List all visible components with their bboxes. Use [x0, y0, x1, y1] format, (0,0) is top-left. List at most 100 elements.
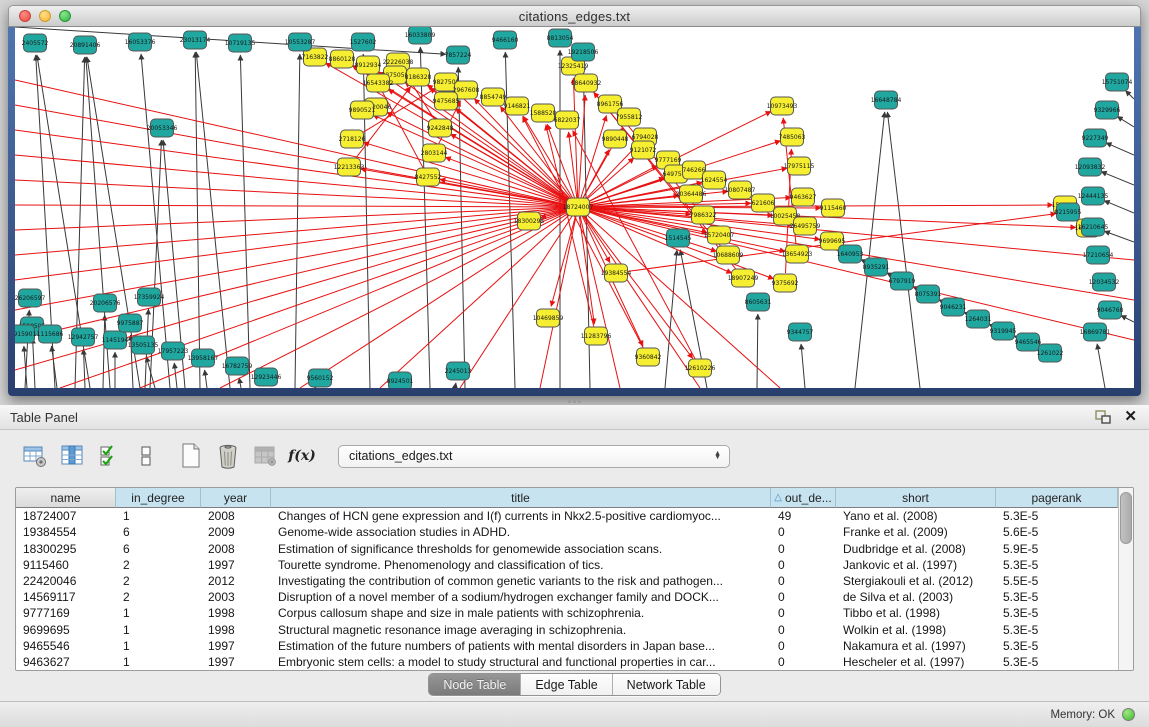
- tab-node-table[interactable]: Node Table: [429, 674, 521, 695]
- table-cell[interactable]: 18724007: [16, 508, 116, 524]
- close-window-button[interactable]: [19, 10, 31, 22]
- row-options-button[interactable]: [131, 441, 161, 471]
- table-cell[interactable]: Stergiakouli et al. (2012): [836, 573, 996, 589]
- table-cell[interactable]: 5.3E-5: [996, 621, 1118, 637]
- table-cell[interactable]: 0: [771, 573, 836, 589]
- table-cell[interactable]: Corpus callosum shape and size in male p…: [271, 605, 771, 621]
- graph-edge[interactable]: [1101, 172, 1134, 185]
- graph-edge[interactable]: [300, 210, 573, 388]
- table-cell[interactable]: Investigating the contribution of common…: [271, 573, 771, 589]
- new-column-button[interactable]: [176, 441, 206, 471]
- window-titlebar[interactable]: citations_edges.txt: [8, 5, 1141, 27]
- table-cell[interactable]: 1997: [201, 638, 271, 654]
- table-cell[interactable]: 2012: [201, 573, 271, 589]
- table-cell[interactable]: 1: [116, 638, 201, 654]
- graph-edge[interactable]: [1121, 315, 1134, 322]
- table-cell[interactable]: 0: [771, 589, 836, 605]
- graph-edge[interactable]: [420, 47, 430, 388]
- graph-edge[interactable]: [196, 52, 230, 388]
- column-header-name[interactable]: name: [16, 488, 116, 508]
- table-cell[interactable]: 22420046: [16, 573, 116, 589]
- graph-edge[interactable]: [15, 205, 572, 207]
- table-row[interactable]: 977716911998Corpus callosum shape and si…: [16, 605, 1118, 621]
- table-cell[interactable]: 9463627: [16, 654, 116, 670]
- table-row[interactable]: 946554611997Estimation of the future num…: [16, 638, 1118, 654]
- table-row[interactable]: 946362711997Embryonic stem cells: a mode…: [16, 654, 1118, 670]
- zoom-window-button[interactable]: [59, 10, 71, 22]
- table-cell[interactable]: Dudbridge et al. (2008): [836, 540, 996, 556]
- table-cell[interactable]: Hescheler et al. (1997): [836, 654, 996, 670]
- table-cell[interactable]: 2008: [201, 508, 271, 524]
- graph-edge[interactable]: [582, 146, 637, 203]
- table-cell[interactable]: 1997: [201, 654, 271, 670]
- graph-edge[interactable]: [801, 344, 805, 388]
- table-cell[interactable]: Estimation of significance thresholds fo…: [271, 540, 771, 556]
- table-cell[interactable]: 0: [771, 557, 836, 573]
- table-cell[interactable]: 0: [771, 654, 836, 670]
- table-cell[interactable]: Wolkin et al. (1998): [836, 621, 996, 637]
- table-cell[interactable]: 9115460: [16, 557, 116, 573]
- table-row[interactable]: 1830029562008Estimation of significance …: [16, 540, 1118, 556]
- table-cell[interactable]: 5.3E-5: [996, 589, 1118, 605]
- table-mode-button[interactable]: [20, 441, 50, 471]
- vertical-scrollbar[interactable]: [1118, 488, 1133, 670]
- graph-edge[interactable]: [205, 370, 207, 388]
- graph-edge[interactable]: [757, 314, 758, 388]
- graph-edge[interactable]: [239, 378, 241, 388]
- graph-edge[interactable]: [455, 383, 456, 388]
- graph-edge[interactable]: [1106, 143, 1134, 155]
- table-cell[interactable]: 2: [116, 557, 201, 573]
- table-cell[interactable]: 5.3E-5: [996, 508, 1118, 524]
- table-cell[interactable]: Structural magnetic resonance image aver…: [271, 621, 771, 637]
- table-cell[interactable]: Genome-wide association studies in ADHD.: [271, 524, 771, 540]
- table-cell[interactable]: 1: [116, 621, 201, 637]
- table-cell[interactable]: 1998: [201, 621, 271, 637]
- column-header-in-degree[interactable]: in_degree: [116, 488, 201, 508]
- minimize-window-button[interactable]: [39, 10, 51, 22]
- delete-column-button[interactable]: [213, 441, 243, 471]
- table-cell[interactable]: 5.3E-5: [996, 605, 1118, 621]
- table-cell[interactable]: 2009: [201, 524, 271, 540]
- table-cell[interactable]: Jankovic et al. (1997): [836, 557, 996, 573]
- column-selection-button[interactable]: [94, 441, 124, 471]
- table-cell[interactable]: 1: [116, 654, 201, 670]
- table-cell[interactable]: 6: [116, 540, 201, 556]
- graph-edge[interactable]: [15, 180, 572, 207]
- table-row[interactable]: 911546021997Tourette syndrome. Phenomeno…: [16, 557, 1118, 573]
- table-cell[interactable]: 2008: [201, 540, 271, 556]
- graph-edge[interactable]: [584, 208, 1134, 340]
- float-window-icon[interactable]: [1094, 409, 1112, 425]
- table-cell[interactable]: 9777169: [16, 605, 116, 621]
- graph-edge[interactable]: [551, 213, 576, 307]
- table-cell[interactable]: 0: [771, 524, 836, 540]
- table-cell[interactable]: 0: [771, 621, 836, 637]
- tab-network-table[interactable]: Network Table: [613, 674, 720, 695]
- table-cell[interactable]: Disruption of a novel member of a sodium…: [271, 589, 771, 605]
- table-cell[interactable]: Tourette syndrome. Phenomenology and cla…: [271, 557, 771, 573]
- table-cell[interactable]: 1: [116, 605, 201, 621]
- table-cell[interactable]: Changes of HCN gene expression and I(f) …: [271, 508, 771, 524]
- table-cell[interactable]: 19384554: [16, 524, 116, 540]
- graph-edge[interactable]: [295, 54, 300, 388]
- tab-edge-table[interactable]: Edge Table: [521, 674, 612, 695]
- table-row[interactable]: 1456911722003Disruption of a novel membe…: [16, 589, 1118, 605]
- table-cell[interactable]: 2: [116, 573, 201, 589]
- column-header-pagerank[interactable]: pagerank: [996, 488, 1118, 508]
- table-cell[interactable]: 6: [116, 524, 201, 540]
- function-builder-button[interactable]: f(x): [287, 441, 317, 471]
- table-cell[interactable]: 5.3E-5: [996, 654, 1118, 670]
- table-cell[interactable]: 5.5E-5: [996, 573, 1118, 589]
- table-cell[interactable]: Estimation of the future numbers of pati…: [271, 638, 771, 654]
- graph-edge[interactable]: [220, 210, 573, 388]
- column-header-year[interactable]: year: [201, 488, 271, 508]
- graph-edge[interactable]: [15, 130, 572, 206]
- table-cell[interactable]: 0: [771, 638, 836, 654]
- table-row[interactable]: 2242004622012Investigating the contribut…: [16, 573, 1118, 589]
- column-header-out-de-[interactable]: △out_de...: [771, 488, 836, 508]
- graph-edge[interactable]: [665, 250, 677, 388]
- table-cell[interactable]: 2003: [201, 589, 271, 605]
- table-cell[interactable]: 9699695: [16, 621, 116, 637]
- column-visibility-button[interactable]: [57, 441, 87, 471]
- table-row[interactable]: 969969511998Structural magnetic resonanc…: [16, 621, 1118, 637]
- graph-edge[interactable]: [1097, 344, 1105, 388]
